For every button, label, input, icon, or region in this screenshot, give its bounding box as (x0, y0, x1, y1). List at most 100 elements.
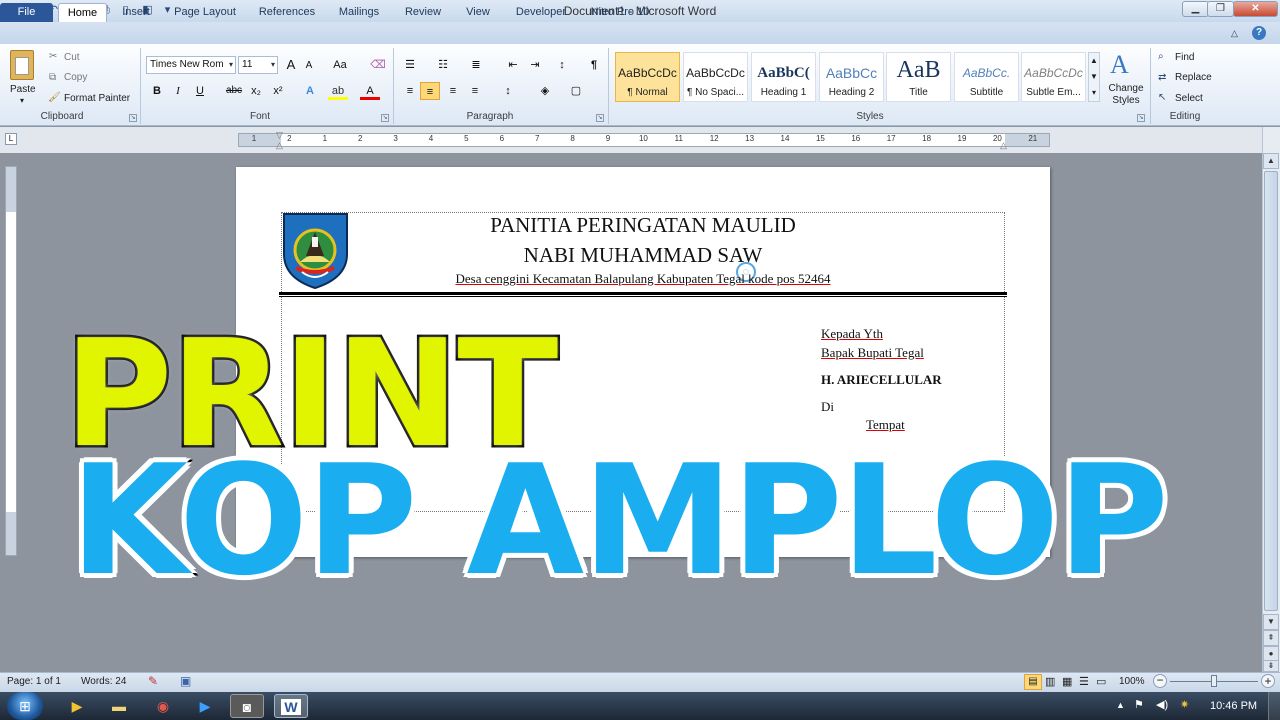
proofing-icon[interactable]: ✎ (148, 674, 158, 688)
show-desktop-button[interactable] (1268, 692, 1280, 720)
style-heading-2[interactable]: AaBbCc Heading 2 (819, 52, 884, 102)
zoom-out-button[interactable]: − (1153, 674, 1167, 688)
start-button[interactable]: ⊞ (7, 692, 43, 720)
next-page-button[interactable]: ⇟ (1263, 660, 1279, 672)
style-heading-1[interactable]: AaBbC( Heading 1 (751, 52, 816, 102)
numbering-icon[interactable]: ☷ (433, 56, 453, 74)
increase-indent-icon[interactable]: ⇥ (525, 56, 545, 74)
tab-review[interactable]: Review (397, 3, 449, 22)
font-size-combo[interactable]: 11 ▾ (238, 56, 278, 74)
zoom-level[interactable]: 100% (1119, 676, 1145, 687)
select-button[interactable]: Select (1175, 92, 1203, 106)
style-no-spacing[interactable]: AaBbCcDc ¶ No Spaci... (683, 52, 748, 102)
replace-icon[interactable]: ⇄ (1158, 71, 1166, 85)
word-count[interactable]: Words: 24 (81, 676, 126, 687)
zoom-slider-thumb[interactable] (1211, 675, 1217, 687)
paste-dropdown-icon[interactable]: ▾ (20, 94, 24, 108)
tab-insert[interactable]: Insert (113, 3, 159, 22)
decrease-indent-icon[interactable]: ⇤ (503, 56, 523, 74)
line-spacing-icon[interactable]: ↕ (498, 82, 518, 100)
paragraph-launcher-icon[interactable]: ↘ (596, 114, 604, 122)
select-icon[interactable]: ↖ (1158, 91, 1166, 105)
font-launcher-icon[interactable]: ↘ (381, 114, 389, 122)
bold-button[interactable]: B (147, 82, 167, 100)
bullets-icon[interactable]: ☰ (400, 56, 420, 74)
tab-selector-icon[interactable]: L (5, 133, 17, 145)
subscript-button[interactable]: x₂ (246, 82, 266, 100)
tab-page-layout[interactable]: Page Layout (167, 3, 243, 22)
show-formatting-button[interactable]: ¶ (584, 56, 604, 74)
chrome-icon[interactable]: ◉ (146, 694, 180, 718)
close-button[interactable]: ✕ (1233, 1, 1278, 17)
full-screen-reading-icon[interactable]: ▥ (1045, 675, 1055, 688)
shading-icon[interactable]: ◈ (535, 82, 555, 100)
shrink-font-button[interactable]: A (299, 57, 319, 75)
find-button[interactable]: Find (1175, 51, 1194, 65)
macro-recording-icon[interactable]: ▣ (180, 674, 191, 688)
style-title[interactable]: AaB Title (886, 52, 951, 102)
screen-recorder-icon[interactable]: ◙ (230, 694, 264, 718)
print-layout-view-icon[interactable]: ▤ (1024, 674, 1042, 690)
hanging-indent-marker[interactable]: △ (276, 140, 283, 151)
multilevel-list-icon[interactable]: ≣ (466, 56, 486, 74)
outline-view-icon[interactable]: ☰ (1079, 675, 1089, 688)
action-center-icon[interactable]: ⚑ (1134, 698, 1144, 711)
styles-gallery-scroll[interactable]: ▲ ▼ ▾ (1088, 52, 1100, 102)
draft-view-icon[interactable]: ▭ (1096, 675, 1106, 688)
align-right-icon[interactable]: ≡ (443, 82, 463, 100)
copy-icon[interactable]: ⧉ (49, 71, 56, 85)
tab-mailings[interactable]: Mailings (330, 3, 388, 22)
clear-formatting-icon[interactable]: ⌫ (368, 56, 388, 74)
previous-page-button[interactable]: ⇞ (1263, 630, 1279, 646)
style-subtle-emphasis[interactable]: AaBbCcDc Subtle Em... (1021, 52, 1086, 102)
file-explorer-icon[interactable]: ▬ (102, 694, 136, 718)
tab-nitro-pro[interactable]: Nitro Pro 10 (584, 3, 656, 22)
volume-icon[interactable]: ◀) (1156, 698, 1168, 711)
clipboard-launcher-icon[interactable]: ↘ (129, 114, 137, 122)
tab-references[interactable]: References (251, 3, 323, 22)
maximize-button[interactable]: ❐ (1207, 1, 1234, 17)
paste-icon[interactable] (10, 50, 34, 80)
vertical-ruler[interactable] (5, 166, 17, 556)
tab-view[interactable]: View (456, 3, 500, 22)
replace-button[interactable]: Replace (1175, 71, 1212, 85)
help-icon[interactable]: ? (1252, 26, 1266, 40)
change-styles-icon[interactable]: A (1110, 50, 1129, 80)
style-normal[interactable]: AaBbCcDc ¶ Normal (615, 52, 680, 102)
underline-button[interactable]: U (190, 82, 210, 100)
italic-button[interactable]: I (168, 82, 188, 100)
strikethrough-button[interactable]: abc (224, 82, 244, 100)
superscript-button[interactable]: x² (268, 82, 288, 100)
grow-font-button[interactable]: A (281, 56, 301, 74)
web-layout-icon[interactable]: ▦ (1062, 675, 1072, 688)
network-icon[interactable]: ✷ (1180, 698, 1189, 711)
show-hidden-icons-icon[interactable]: ▲ (1116, 700, 1125, 710)
tab-developer[interactable]: Developer (507, 3, 575, 22)
cut-button[interactable]: Cut (64, 51, 80, 65)
tab-home[interactable]: Home (58, 3, 107, 22)
text-effects-icon[interactable]: A (300, 82, 320, 100)
word-taskbar-icon[interactable]: W (274, 694, 308, 718)
style-subtitle[interactable]: AaBbCc. Subtitle (954, 52, 1019, 102)
format-painter-button[interactable]: Format Painter (64, 92, 130, 106)
minimize-button[interactable]: ▁ (1182, 1, 1209, 17)
font-color-icon[interactable]: A (360, 82, 380, 100)
justify-icon[interactable]: ≡ (465, 82, 485, 100)
styles-launcher-icon[interactable]: ↘ (1137, 114, 1145, 122)
change-styles-button[interactable]: Change Styles (1105, 83, 1147, 107)
clock-time[interactable]: 10:46 PM (1210, 700, 1257, 712)
media-center-icon[interactable]: ▶ (60, 694, 94, 718)
zoom-in-button[interactable]: + (1261, 674, 1275, 688)
scroll-up-button[interactable]: ▲ (1263, 153, 1279, 169)
align-center-icon[interactable]: ≡ (420, 82, 440, 100)
media-player-icon[interactable]: ▶ (188, 694, 222, 718)
page-count[interactable]: Page: 1 of 1 (7, 676, 61, 687)
align-left-icon[interactable]: ≡ (400, 82, 420, 100)
scroll-down-button[interactable]: ▼ (1263, 614, 1279, 630)
change-case-button[interactable]: Aa (330, 56, 350, 74)
tab-file[interactable]: File (0, 3, 53, 22)
copy-button[interactable]: Copy (64, 71, 87, 85)
cut-icon[interactable]: ✂ (49, 50, 57, 64)
find-icon[interactable]: ⌕ (1158, 50, 1164, 64)
ribbon-minimize-icon[interactable]: △ (1231, 28, 1238, 39)
